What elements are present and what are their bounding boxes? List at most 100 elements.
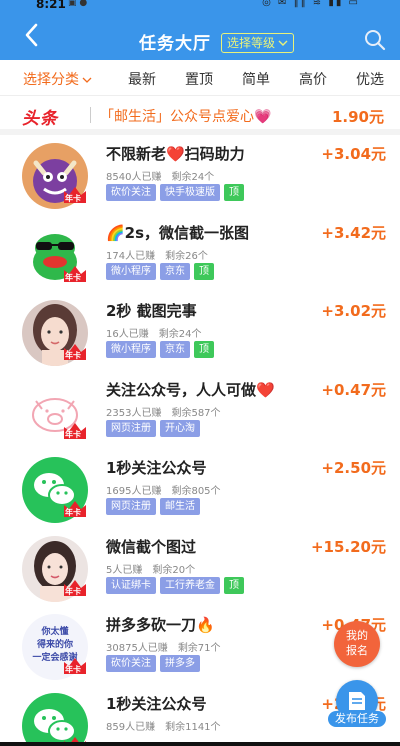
task-reward: +15.20元: [310, 537, 386, 556]
task-tags: 认证绑卡 工行养老金顶: [106, 576, 244, 594]
earned-count: 2353人已赚: [106, 407, 162, 419]
task-tags: 网页注册 开心淘: [106, 419, 200, 437]
task-item[interactable]: 年卡 🌈2s，微信截一张图 174人已赚 剩余26个 微小程序 京东顶 +3.42元: [0, 213, 400, 292]
annual-card-badge: 年卡: [62, 578, 88, 598]
tab-label: 最新: [128, 72, 156, 88]
publish-task-button[interactable]: 发布任务: [328, 680, 386, 730]
task-reward: +0.47元: [321, 380, 386, 399]
level-select-label: 选择等级: [227, 36, 276, 50]
task-reward: +2.50元: [321, 459, 386, 477]
page-title: 任务大厅: [139, 34, 211, 54]
remaining-count: 剩余71个: [177, 643, 221, 654]
search-button[interactable]: [364, 29, 386, 51]
status-bar: 8:21 ▣ ● ◎ ✉ ‖‖ ≋ ▮▮ ▭: [0, 0, 400, 12]
task-tags: 砍价关注 快手极速版顶: [106, 184, 244, 201]
annual-card-badge: 年卡: [62, 421, 88, 441]
annual-card-badge: 年卡: [62, 185, 88, 205]
system-status-icons: ◎ ✉ ‖‖ ≋ ▮▮ ▭: [262, 0, 360, 8]
task-reward: +3.42元: [321, 223, 386, 242]
tab-high-price[interactable]: 高价: [299, 69, 327, 89]
task-tag: 工行养老金: [160, 576, 220, 594]
annual-card-badge-text: 年卡: [65, 665, 81, 674]
headline-text: 「邮生活」公众号点爱心💗: [100, 109, 272, 125]
headline-price: 1.90元: [331, 108, 384, 126]
task-stats: 16人已赚 剩余24个: [106, 325, 201, 340]
annual-card-badge: 年卡: [62, 656, 88, 676]
my-signups-label: 我的 报名: [346, 629, 368, 657]
my-signups-button[interactable]: 我的 报名: [334, 621, 380, 667]
tab-label: 选择分类: [23, 72, 79, 88]
earned-count: 174人已赚: [106, 250, 156, 262]
task-stats: 30875人已赚 剩余71个: [106, 639, 221, 654]
tab-preferred[interactable]: 优选: [356, 69, 384, 89]
task-item[interactable]: 年卡 不限新老❤️扫码助力 8540人已赚 剩余24个 砍价关注 快手极速版顶 +3.04元: [0, 135, 400, 214]
divider: [90, 107, 91, 123]
annual-card-badge-text: 年卡: [65, 429, 81, 439]
remaining-count: 剩余24个: [158, 329, 202, 340]
remaining-count: 剩余26个: [165, 250, 208, 262]
earned-count: 859人已赚: [106, 721, 156, 733]
tab-label: 置顶: [185, 72, 213, 88]
tab-latest[interactable]: 最新: [128, 69, 156, 89]
annual-card-badge-text: 年卡: [65, 351, 81, 360]
task-item[interactable]: 年卡 1秒关注公众号 1695人已赚 剩余805个 网页注册 邮生活 +2.50元: [0, 449, 400, 528]
publish-task-label: 发布任务: [328, 711, 386, 727]
status-time: 8:21: [36, 0, 66, 11]
task-tag: 微小程序: [106, 341, 156, 358]
task-title: 1秒关注公众号: [106, 459, 207, 477]
pinned-badge: 顶: [194, 262, 214, 280]
headline-tag: 头条: [22, 109, 58, 129]
remaining-count: 剩余20个: [152, 564, 196, 576]
task-title: 🌈2s，微信截一张图: [106, 223, 250, 242]
task-item[interactable]: 年卡 关注公众号，人人可做❤️ 2353人已赚 剩余587个 网页注册 开心淘 +0.47元: [0, 370, 400, 449]
earned-count: 5人已赚: [106, 564, 143, 576]
tab-category[interactable]: 选择分类: [23, 69, 92, 89]
headline-banner[interactable]: 头条 「邮生活」公众号点爱心💗 1.90元: [0, 97, 400, 135]
tab-label: 简单: [242, 72, 270, 88]
annual-card-badge-text: 年卡: [65, 272, 81, 282]
filter-tabs: 选择分类 最新 置顶 简单 高价 优选: [0, 60, 400, 96]
annual-card-badge: 年卡: [62, 264, 88, 284]
remaining-count: 剩余587个: [171, 407, 221, 419]
remaining-count: 剩余805个: [171, 486, 221, 497]
task-item[interactable]: 年卡 2秒 截图完事 16人已赚 剩余24个 微小程序 京东顶 +3.02元: [0, 292, 400, 371]
chevron-left-icon: [25, 23, 38, 47]
task-reward: +3.02元: [321, 302, 386, 320]
task-tag: 网页注册: [106, 419, 156, 437]
task-item[interactable]: 年卡 微信截个图过 5人已赚 剩余20个 认证绑卡 工行养老金顶 +15.20元: [0, 527, 400, 606]
back-button[interactable]: [22, 22, 42, 48]
remaining-count: 剩余24个: [171, 172, 215, 183]
task-tag: 拼多多: [160, 655, 200, 672]
annual-card-badge-text: 年卡: [65, 586, 81, 596]
pinned-badge: 顶: [224, 184, 244, 201]
task-stats: 5人已赚 剩余20个: [106, 561, 195, 576]
annual-card-badge-text: 年卡: [65, 508, 81, 517]
task-stats: 1695人已赚 剩余805个: [106, 482, 221, 497]
chevron-down-icon: [82, 77, 92, 83]
tab-simple[interactable]: 简单: [242, 69, 270, 89]
task-title: 微信截个图过: [106, 537, 197, 556]
tab-label: 高价: [299, 72, 327, 88]
task-stats: 8540人已赚 剩余24个: [106, 168, 214, 183]
level-select-button[interactable]: 选择等级: [221, 33, 295, 53]
earned-count: 30875人已赚: [106, 643, 168, 654]
task-tag: 微小程序: [106, 262, 156, 280]
remaining-count: 剩余1141个: [165, 721, 221, 733]
pinned-badge: 顶: [194, 341, 214, 358]
task-tags: 微小程序 京东顶: [106, 341, 214, 358]
tab-pinned[interactable]: 置顶: [185, 69, 213, 89]
task-stats: 174人已赚 剩余26个: [106, 247, 208, 262]
earned-count: 16人已赚: [106, 329, 149, 340]
annual-card-badge-text: 年卡: [65, 194, 81, 203]
task-tag: 开心淘: [160, 419, 200, 437]
task-tag: 京东: [160, 341, 190, 358]
task-tag: 京东: [160, 262, 190, 280]
pinned-badge: 顶: [224, 576, 244, 594]
task-tag: 砍价关注: [106, 184, 156, 201]
task-stats: 2353人已赚 剩余587个: [106, 404, 221, 419]
task-tag: 砍价关注: [106, 655, 156, 672]
chevron-down-icon: [278, 40, 288, 46]
task-title: 2秒 截图完事: [106, 302, 197, 320]
app-header: 任务大厅 选择等级: [0, 12, 400, 60]
task-title: 拼多多砍一刀🔥: [106, 616, 215, 634]
